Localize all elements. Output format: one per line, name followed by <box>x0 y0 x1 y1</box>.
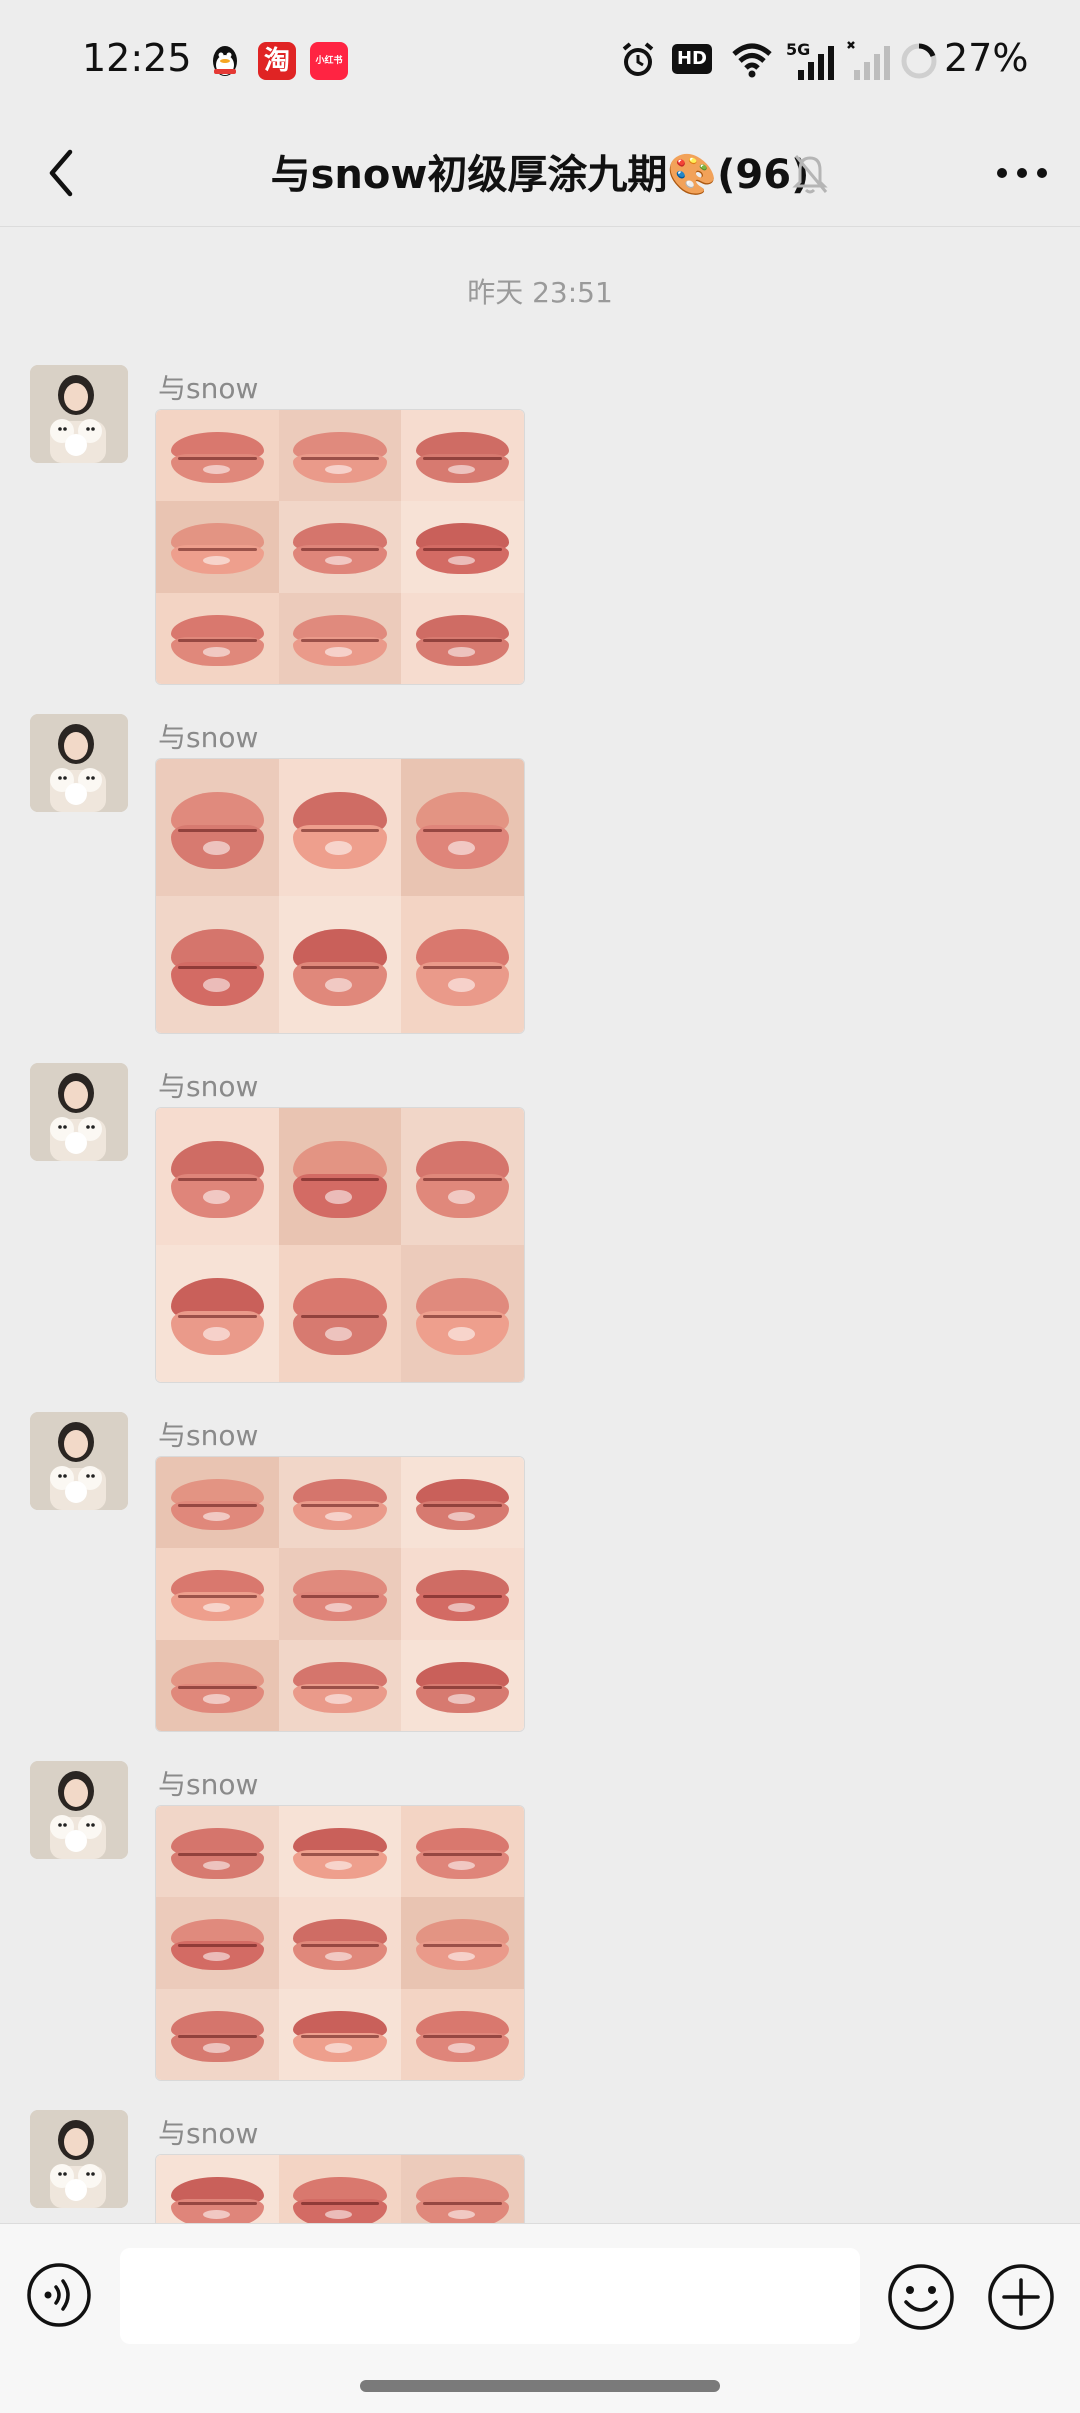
chat-message: 与snow <box>0 2110 1080 2223</box>
lip-painting-thumbnail <box>278 592 402 684</box>
status-time: 12:25 <box>82 36 192 80</box>
lip-painting-thumbnail <box>156 1988 279 2080</box>
xiaohongshu-icon: 小红书 <box>310 42 348 80</box>
message-timestamp: 昨天 23:51 <box>467 276 613 309</box>
image-grid[interactable] <box>155 409 525 685</box>
image-grid[interactable] <box>155 1107 525 1383</box>
qq-icon <box>213 46 237 76</box>
wifi-icon <box>732 43 772 78</box>
lip-painting-thumbnail <box>278 1806 402 1898</box>
lip-painting-thumbnail <box>278 896 402 1033</box>
lip-painting-thumbnail <box>278 501 402 593</box>
lip-painting-thumbnail <box>401 1897 524 1989</box>
avatar-image <box>30 1412 128 1510</box>
lip-painting-thumbnail <box>156 1245 279 1382</box>
home-indicator[interactable] <box>360 2380 720 2392</box>
plus-more-icon[interactable] <box>986 2262 1056 2332</box>
lip-painting-thumbnail <box>401 1639 524 1731</box>
lip-painting-thumbnail <box>278 1108 402 1245</box>
group-title: 与snow初级厚涂九期🎨(96) <box>270 152 810 198</box>
image-grid[interactable] <box>155 1456 525 1732</box>
battery-icon <box>901 43 937 79</box>
lip-painting-thumbnail <box>156 896 279 1033</box>
lip-painting-thumbnail <box>156 1548 279 1640</box>
lip-painting-thumbnail <box>278 410 402 502</box>
lip-painting-thumbnail <box>401 759 524 896</box>
chat-messages-area[interactable]: 昨天 23:51 与snow 与snow 与snow 与snow 与snow 与snow <box>0 227 1080 2223</box>
mute-bell-icon <box>792 155 828 194</box>
lip-painting-thumbnail <box>401 1806 524 1898</box>
lip-painting-thumbnail <box>156 759 279 896</box>
sender-avatar[interactable] <box>30 365 128 463</box>
chat-message: 与snow <box>0 1412 1080 1732</box>
lip-painting-thumbnail <box>156 501 279 593</box>
avatar-image <box>30 714 128 812</box>
alarm-icon <box>622 42 654 76</box>
avatar-image <box>30 365 128 463</box>
lip-painting-thumbnail <box>401 501 524 593</box>
image-grid[interactable] <box>155 2154 525 2223</box>
chat-message: 与snow <box>0 365 1080 685</box>
sender-name: 与snow <box>158 372 259 405</box>
lip-painting-thumbnail <box>401 2155 524 2223</box>
sender-name: 与snow <box>158 1070 259 1103</box>
status-bar: 12:25 淘 小红书 HD 5G 27% <box>0 0 1080 120</box>
lip-painting-thumbnail <box>401 410 524 502</box>
sender-name: 与snow <box>158 1419 259 1452</box>
sender-name: 与snow <box>158 721 259 754</box>
lip-painting-thumbnail <box>401 1988 524 2080</box>
sender-avatar[interactable] <box>30 1063 128 1161</box>
lip-painting-thumbnail <box>156 2155 279 2223</box>
lip-painting-thumbnail <box>156 410 279 502</box>
message-input-bar <box>0 2223 1080 2413</box>
lip-painting-thumbnail <box>278 1548 402 1640</box>
lip-painting-thumbnail <box>156 592 279 684</box>
sender-avatar[interactable] <box>30 1761 128 1859</box>
chat-message: 与snow <box>0 714 1080 1034</box>
image-grid[interactable] <box>155 758 525 1034</box>
avatar-image <box>30 1063 128 1161</box>
lip-painting-thumbnail <box>401 1457 524 1549</box>
lip-painting-thumbnail <box>278 1457 402 1549</box>
sender-avatar[interactable] <box>30 714 128 812</box>
lip-painting-thumbnail <box>278 759 402 896</box>
lip-painting-thumbnail <box>156 1897 279 1989</box>
avatar-image <box>30 1761 128 1859</box>
5g-signal-icon <box>798 46 834 80</box>
lip-painting-thumbnail <box>401 1108 524 1245</box>
signal-icon <box>847 41 890 80</box>
avatar-image <box>30 2110 128 2208</box>
lip-painting-thumbnail <box>156 1806 279 1898</box>
emoji-icon[interactable] <box>886 2262 956 2332</box>
lip-painting-thumbnail <box>401 896 524 1033</box>
lip-painting-thumbnail <box>401 1548 524 1640</box>
battery-percent: 27% <box>944 36 1029 80</box>
message-text-field[interactable] <box>120 2248 860 2344</box>
sender-avatar[interactable] <box>30 1412 128 1510</box>
lip-painting-thumbnail <box>401 592 524 684</box>
chat-message: 与snow <box>0 1761 1080 2081</box>
sender-avatar[interactable] <box>30 2110 128 2208</box>
sender-name: 与snow <box>158 2117 259 2150</box>
lip-painting-thumbnail <box>278 1897 402 1989</box>
chat-header: 与snow初级厚涂九期🎨(96) <box>0 120 1080 227</box>
hd-icon: HD <box>672 44 712 74</box>
sender-name: 与snow <box>158 1768 259 1801</box>
image-grid[interactable] <box>155 1805 525 2081</box>
lip-painting-thumbnail <box>278 2155 402 2223</box>
lip-painting-thumbnail <box>278 1639 402 1731</box>
lip-painting-thumbnail <box>401 1245 524 1382</box>
lip-painting-thumbnail <box>278 1245 402 1382</box>
voice-input-icon[interactable] <box>26 2262 92 2328</box>
taobao-icon: 淘 <box>258 42 296 80</box>
lip-painting-thumbnail <box>278 1988 402 2080</box>
chat-message: 与snow <box>0 1063 1080 1383</box>
lip-painting-thumbnail <box>156 1108 279 1245</box>
lip-painting-thumbnail <box>156 1457 279 1549</box>
more-options-icon[interactable] <box>992 150 1052 196</box>
lip-painting-thumbnail <box>156 1639 279 1731</box>
